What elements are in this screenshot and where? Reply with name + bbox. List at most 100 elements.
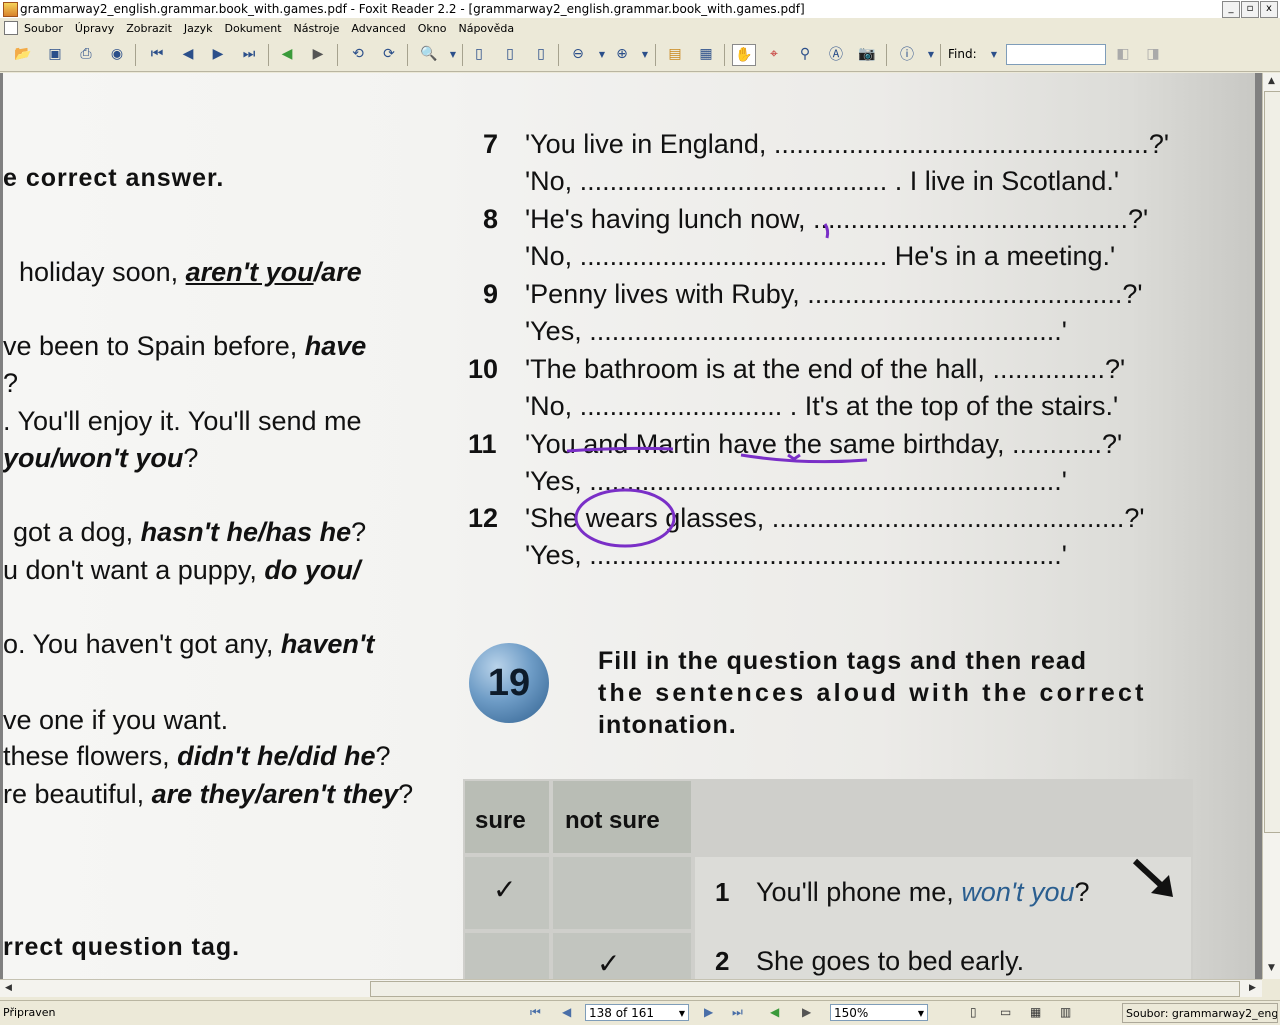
vertical-scroll-thumb[interactable] bbox=[1264, 91, 1280, 833]
forward-icon[interactable]: ▶ bbox=[307, 44, 329, 64]
status-file-name: Soubor: grammarway2_english... bbox=[1122, 1003, 1278, 1023]
back-icon[interactable]: ◀ bbox=[276, 44, 298, 64]
menu-advanced[interactable]: Advanced bbox=[345, 22, 411, 35]
pdf-page: e correct answer. holiday soon, aren't y… bbox=[3, 73, 1255, 979]
page-number-input[interactable]: 138 of 161 ▼ bbox=[585, 1004, 689, 1021]
find-label: Find: bbox=[948, 47, 977, 61]
document-icon bbox=[4, 21, 18, 35]
status-forward-icon[interactable]: ▶ bbox=[802, 1005, 811, 1019]
facing-view-icon[interactable]: ▦ bbox=[1030, 1005, 1041, 1019]
email-icon[interactable]: ◉ bbox=[106, 44, 128, 64]
hand-tool-icon[interactable]: ✋ bbox=[732, 44, 756, 66]
zoom-out-dropdown-icon[interactable]: ▼ bbox=[591, 44, 613, 64]
row1-sentence: You'll phone me, won't you? bbox=[756, 877, 1090, 907]
print-icon[interactable]: ⎙ bbox=[75, 44, 97, 64]
find-previous-icon[interactable]: ◧ bbox=[1112, 44, 1134, 64]
ink-underline-tick bbox=[787, 453, 801, 461]
ink-comma-mark bbox=[823, 223, 830, 239]
zoom-dropdown-icon[interactable]: ▼ bbox=[442, 44, 464, 64]
continuous-view-icon[interactable]: ▭ bbox=[1000, 1005, 1011, 1019]
app-icon bbox=[3, 2, 18, 17]
fit-width-icon[interactable]: ▯ bbox=[530, 44, 552, 64]
status-last-page-icon[interactable]: ⏭ bbox=[732, 1005, 743, 1020]
row1-number: 1 bbox=[715, 877, 730, 907]
zoom-in-dropdown-icon[interactable]: ▼ bbox=[634, 44, 656, 64]
instruction-line: intonation. bbox=[598, 711, 737, 739]
rotate-right-icon[interactable]: ⟳ bbox=[378, 44, 400, 64]
menu-jazyk[interactable]: Jazyk bbox=[178, 22, 219, 35]
single-page-view-icon[interactable]: ▯ bbox=[970, 1005, 977, 1019]
snapshot-icon[interactable]: 📷 bbox=[856, 44, 878, 64]
scroll-right-icon[interactable]: ▶ bbox=[1245, 981, 1260, 996]
row2-sentence: She goes to bed early. bbox=[756, 946, 1025, 976]
horizontal-scrollbar[interactable]: ◀ ▶ bbox=[0, 979, 1262, 997]
restore-button[interactable]: ▫ bbox=[1241, 1, 1259, 18]
status-next-page-icon[interactable]: ▶ bbox=[704, 1005, 713, 1019]
status-first-page-icon[interactable]: ⏮ bbox=[530, 1005, 541, 1020]
actual-size-icon[interactable]: ▯ bbox=[468, 44, 490, 64]
not-sure-check-mark: ✓ bbox=[597, 948, 621, 979]
last-page-icon[interactable]: ⏭ bbox=[238, 44, 260, 64]
zoom-value: 150% bbox=[834, 1006, 869, 1020]
zoom-in-icon[interactable]: ⊕ bbox=[611, 44, 633, 64]
document-viewport[interactable]: e correct answer. holiday soon, aren't y… bbox=[0, 73, 1262, 979]
menu-bar: Soubor Úpravy Zobrazit Jazyk Dokument Ná… bbox=[0, 19, 1280, 37]
bookmark-icon[interactable]: ▤ bbox=[664, 44, 686, 64]
zoom-out-icon[interactable]: ⊖ bbox=[567, 44, 589, 64]
column-sure: sure bbox=[475, 807, 526, 834]
close-button[interactable]: x bbox=[1260, 1, 1278, 18]
fit-page-icon[interactable]: ▯ bbox=[499, 44, 521, 64]
row2-not-sure-cell bbox=[553, 933, 691, 979]
first-page-icon[interactable]: ⏮ bbox=[146, 44, 168, 64]
exercise-19-number: 19 bbox=[487, 661, 531, 704]
zoom-select-dropdown-icon[interactable]: ▼ bbox=[918, 1005, 924, 1022]
menu-dokument[interactable]: Dokument bbox=[219, 22, 288, 35]
vertical-scrollbar[interactable]: ▲ ▼ bbox=[1262, 73, 1280, 979]
title-bar: grammarway2_english.grammar.book_with.ga… bbox=[0, 0, 1280, 18]
continuous-facing-view-icon[interactable]: ▥ bbox=[1060, 1005, 1071, 1019]
properties-icon[interactable]: ▦ bbox=[695, 44, 717, 64]
status-bar: Připraven ⏮ ◀ 138 of 161 ▼ ▶ ⏭ ◀ ▶ 150% ▼ … bbox=[0, 1000, 1280, 1025]
exercise-19-badge: 19 bbox=[469, 643, 549, 723]
scroll-left-icon[interactable]: ◀ bbox=[1, 981, 16, 996]
status-back-icon[interactable]: ◀ bbox=[770, 1005, 779, 1019]
falling-intonation-arrow-icon bbox=[1132, 858, 1173, 897]
menu-napoveda[interactable]: Nápověda bbox=[452, 22, 520, 35]
window-title: grammarway2_english.grammar.book_with.ga… bbox=[20, 2, 805, 16]
column-not-sure: not sure bbox=[565, 807, 660, 834]
find-input[interactable] bbox=[1006, 44, 1106, 65]
info-dropdown-icon[interactable]: ▼ bbox=[920, 44, 942, 64]
row1-not-sure-cell bbox=[553, 857, 691, 929]
exercise-19-table: sure not sure ✓ ✓ 1 You'll phone me, won… bbox=[463, 779, 1193, 979]
zoom-icon[interactable]: 🔍 bbox=[418, 44, 440, 64]
ink-circle bbox=[574, 488, 676, 548]
ink-strikethrough bbox=[566, 446, 674, 453]
page-dropdown-icon[interactable]: ▼ bbox=[679, 1005, 685, 1022]
status-ready: Připraven bbox=[3, 1006, 56, 1019]
menu-soubor[interactable]: Soubor bbox=[18, 22, 69, 35]
menu-upravy[interactable]: Úpravy bbox=[69, 22, 120, 35]
menu-nastroje[interactable]: Nástroje bbox=[288, 22, 346, 35]
menu-okno[interactable]: Okno bbox=[412, 22, 453, 35]
open-icon[interactable]: 📂 bbox=[12, 44, 34, 64]
instruction-line: Fill in the question tags and then read bbox=[598, 647, 1088, 675]
info-icon[interactable]: ⓘ bbox=[896, 44, 918, 64]
find-icon[interactable]: ⚲ bbox=[794, 44, 816, 64]
save-icon[interactable]: ▣ bbox=[44, 44, 66, 64]
status-previous-page-icon[interactable]: ◀ bbox=[562, 1005, 571, 1019]
typewriter-icon[interactable]: Ⓐ bbox=[825, 44, 847, 64]
scroll-down-icon[interactable]: ▼ bbox=[1264, 961, 1279, 976]
find-next-icon[interactable]: ◨ bbox=[1142, 44, 1164, 64]
zoom-select[interactable]: 150% ▼ bbox=[830, 1004, 928, 1021]
rotate-left-icon[interactable]: ⟲ bbox=[347, 44, 369, 64]
next-page-icon[interactable]: ▶ bbox=[207, 44, 229, 64]
instruction-line: the sentences aloud with the correct bbox=[598, 679, 1147, 707]
horizontal-scroll-thumb[interactable] bbox=[370, 981, 1240, 997]
select-text-icon[interactable]: ⌖ bbox=[763, 44, 785, 64]
previous-page-icon[interactable]: ◀ bbox=[177, 44, 199, 64]
minimize-button[interactable]: _ bbox=[1222, 1, 1240, 18]
menu-zobrazit[interactable]: Zobrazit bbox=[120, 22, 178, 35]
page-number-value: 138 of 161 bbox=[589, 1006, 655, 1020]
find-options-dropdown-icon[interactable]: ▼ bbox=[983, 44, 1005, 64]
scroll-up-icon[interactable]: ▲ bbox=[1264, 74, 1279, 89]
